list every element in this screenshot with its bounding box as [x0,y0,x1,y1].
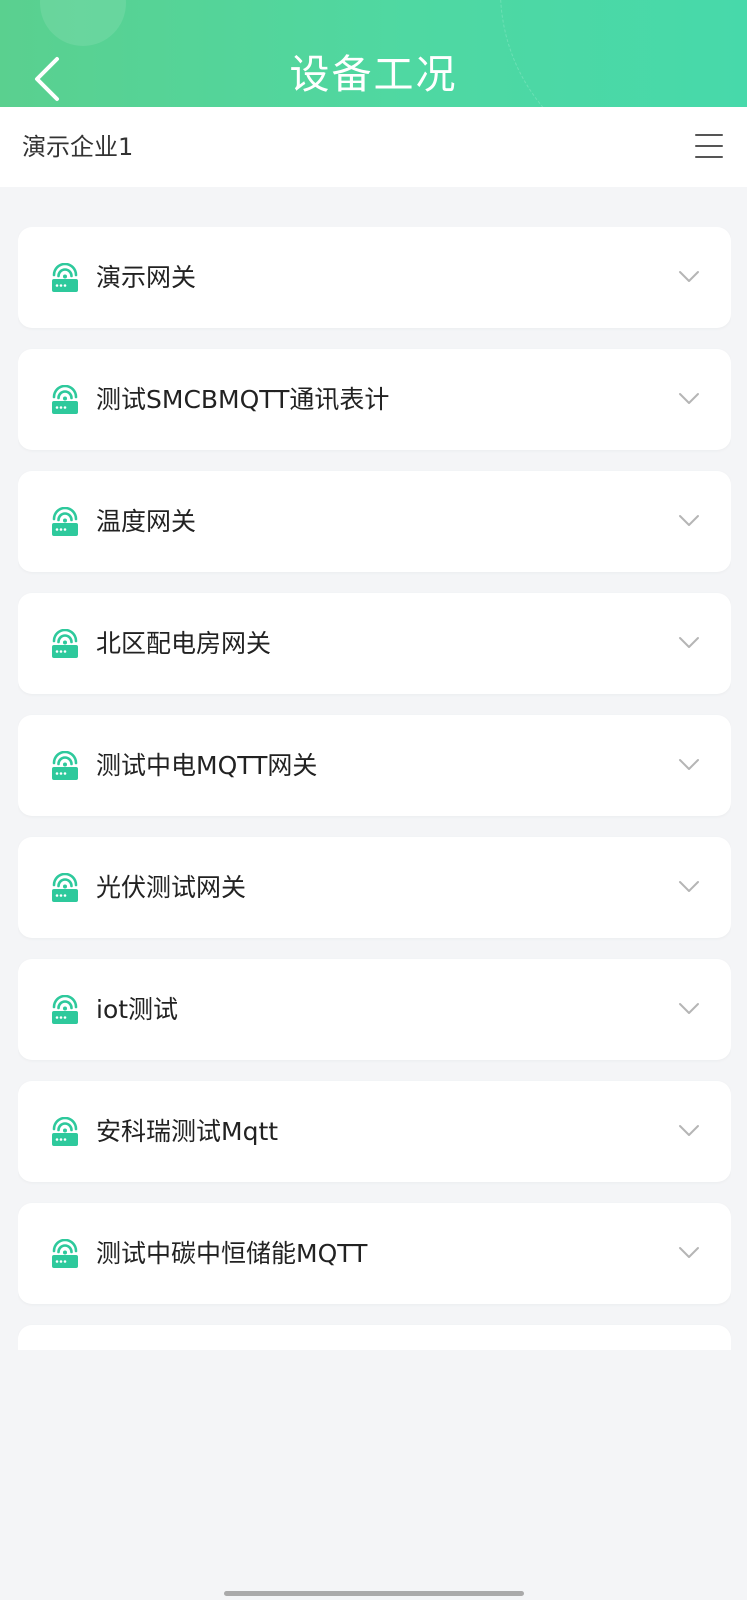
device-card-2[interactable]: 温度网关 [18,471,731,572]
device-card-4[interactable]: 测试中电MQTT网关 [18,715,731,816]
device-name: 光伏测试网关 [96,873,247,902]
company-bar: 演示企业1 [0,107,747,187]
chevron-down-icon[interactable] [677,389,701,409]
app-header: 设备工况 [0,0,747,107]
device-name: iot测试 [96,995,179,1024]
device-name: 测试SMCBMQTT通讯表计 [96,385,390,414]
device-list[interactable]: 演示网关 测试SMCBMQTT通讯表计 温度网关 北区配电房网关 测试中电MQT… [18,227,731,1350]
home-indicator [224,1591,524,1596]
device-card-1[interactable]: 测试SMCBMQTT通讯表计 [18,349,731,450]
router-wifi-icon [52,1239,78,1268]
device-card-3[interactable]: 北区配电房网关 [18,593,731,694]
device-card-7[interactable]: 安科瑞测试Mqtt [18,1081,731,1182]
device-name: 北区配电房网关 [96,629,272,658]
device-name: 温度网关 [96,507,197,536]
chevron-down-icon[interactable] [677,511,701,531]
device-card-9[interactable] [18,1325,731,1350]
page-title: 设备工况 [289,52,458,98]
device-name: 测试中电MQTT网关 [96,751,318,780]
device-card-8[interactable]: 测试中碳中恒储能MQTT [18,1203,731,1304]
router-wifi-icon [52,629,78,658]
header-decoration [40,0,126,46]
device-name: 安科瑞测试Mqtt [96,1117,279,1146]
chevron-down-icon[interactable] [677,1243,701,1263]
menu-button[interactable] [692,132,726,162]
router-wifi-icon [52,507,78,536]
device-card-6[interactable]: iot测试 [18,959,731,1060]
router-wifi-icon [52,385,78,414]
device-name: 演示网关 [96,263,197,292]
router-wifi-icon [52,263,78,292]
chevron-down-icon[interactable] [677,999,701,1019]
device-card-0[interactable]: 演示网关 [18,227,731,328]
router-wifi-icon [52,1117,78,1146]
chevron-down-icon[interactable] [677,877,701,897]
device-name: 测试中碳中恒储能MQTT [96,1239,368,1268]
hamburger-menu-icon [695,134,723,136]
router-wifi-icon [52,751,78,780]
company-name: 演示企业1 [22,133,134,161]
chevron-down-icon[interactable] [677,633,701,653]
router-wifi-icon [52,873,78,902]
chevron-down-icon[interactable] [677,755,701,775]
device-card-5[interactable]: 光伏测试网关 [18,837,731,938]
router-wifi-icon [52,995,78,1024]
chevron-down-icon[interactable] [677,1121,701,1141]
chevron-down-icon[interactable] [677,267,701,287]
